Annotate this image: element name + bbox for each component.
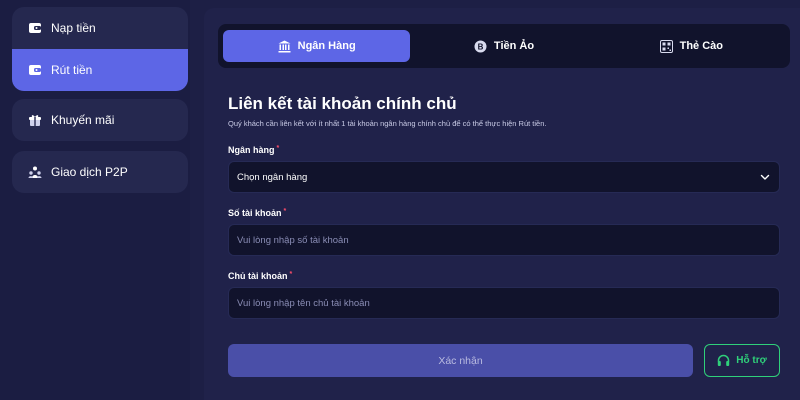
form-title: Liên kết tài khoản chính chủ (228, 94, 457, 113)
account-number-field[interactable] (228, 224, 780, 256)
sidebar-item-label: Khuyến mãi (51, 113, 115, 127)
wallet-icon (28, 21, 42, 35)
required-mark: * (276, 145, 280, 152)
bank-icon (278, 40, 291, 53)
sidebar-item-label: Nạp tiền (51, 21, 96, 35)
form-description: Quý khách cần liên kết với ít nhất 1 tài… (228, 119, 547, 128)
nav-card-promo: Khuyến mãi (12, 99, 188, 141)
tab-card[interactable]: Thẻ Cào (598, 30, 785, 62)
account-number-label-text: Số tài khoản (228, 208, 282, 218)
tab-crypto[interactable]: B Tiền Ảo (410, 30, 597, 62)
bank-label-text: Ngân hàng (228, 145, 275, 155)
bank-select-value: Chọn ngân hàng (237, 171, 308, 183)
users-icon (28, 165, 42, 179)
account-number-input[interactable] (237, 234, 771, 246)
confirm-button[interactable]: Xác nhận (228, 344, 693, 377)
nav-card-wallet: Nạp tiền Rút tiền (12, 7, 188, 91)
account-holder-label: Chủ tài khoản * (228, 271, 292, 281)
chevron-down-icon (759, 171, 771, 183)
withdraw-panel: Ngân Hàng B Tiền Ảo Thẻ Cào Liên kết tài… (204, 8, 800, 400)
account-number-label: Số tài khoản * (228, 208, 286, 218)
qr-card-icon (659, 39, 673, 53)
support-button-label: Hỗ trợ (736, 355, 767, 366)
sidebar-item-promotions[interactable]: Khuyến mãi (12, 99, 188, 141)
sidebar-item-label: Giao dịch P2P (51, 165, 128, 179)
account-holder-label-text: Chủ tài khoản (228, 271, 288, 281)
sidebar: Nạp tiền Rút tiền Khuyến mãi Giao dịch P… (0, 0, 190, 400)
bank-select[interactable]: Chọn ngân hàng (228, 161, 780, 193)
sidebar-item-p2p[interactable]: Giao dịch P2P (12, 151, 188, 193)
required-mark: * (289, 271, 293, 278)
nav-card-p2p: Giao dịch P2P (12, 151, 188, 193)
sidebar-item-withdraw[interactable]: Rút tiền (12, 49, 188, 91)
sidebar-item-label: Rút tiền (51, 63, 93, 77)
method-tabs: Ngân Hàng B Tiền Ảo Thẻ Cào (218, 24, 790, 68)
wallet-icon (28, 63, 42, 77)
tab-label: Tiền Ảo (493, 40, 535, 52)
gift-icon (28, 113, 42, 127)
bitcoin-icon: B (474, 40, 487, 53)
bank-label: Ngân hàng * (228, 145, 279, 155)
tab-label: Ngân Hàng (297, 40, 356, 52)
support-button[interactable]: Hỗ trợ (704, 344, 780, 377)
headset-icon (717, 354, 730, 367)
account-holder-field[interactable] (228, 287, 780, 319)
tab-label: Thẻ Cào (679, 40, 724, 52)
tab-bank[interactable]: Ngân Hàng (223, 30, 411, 62)
svg-text:B: B (478, 42, 484, 51)
account-holder-input[interactable] (237, 297, 771, 309)
required-mark: * (283, 208, 287, 215)
sidebar-item-deposit[interactable]: Nạp tiền (12, 7, 188, 49)
